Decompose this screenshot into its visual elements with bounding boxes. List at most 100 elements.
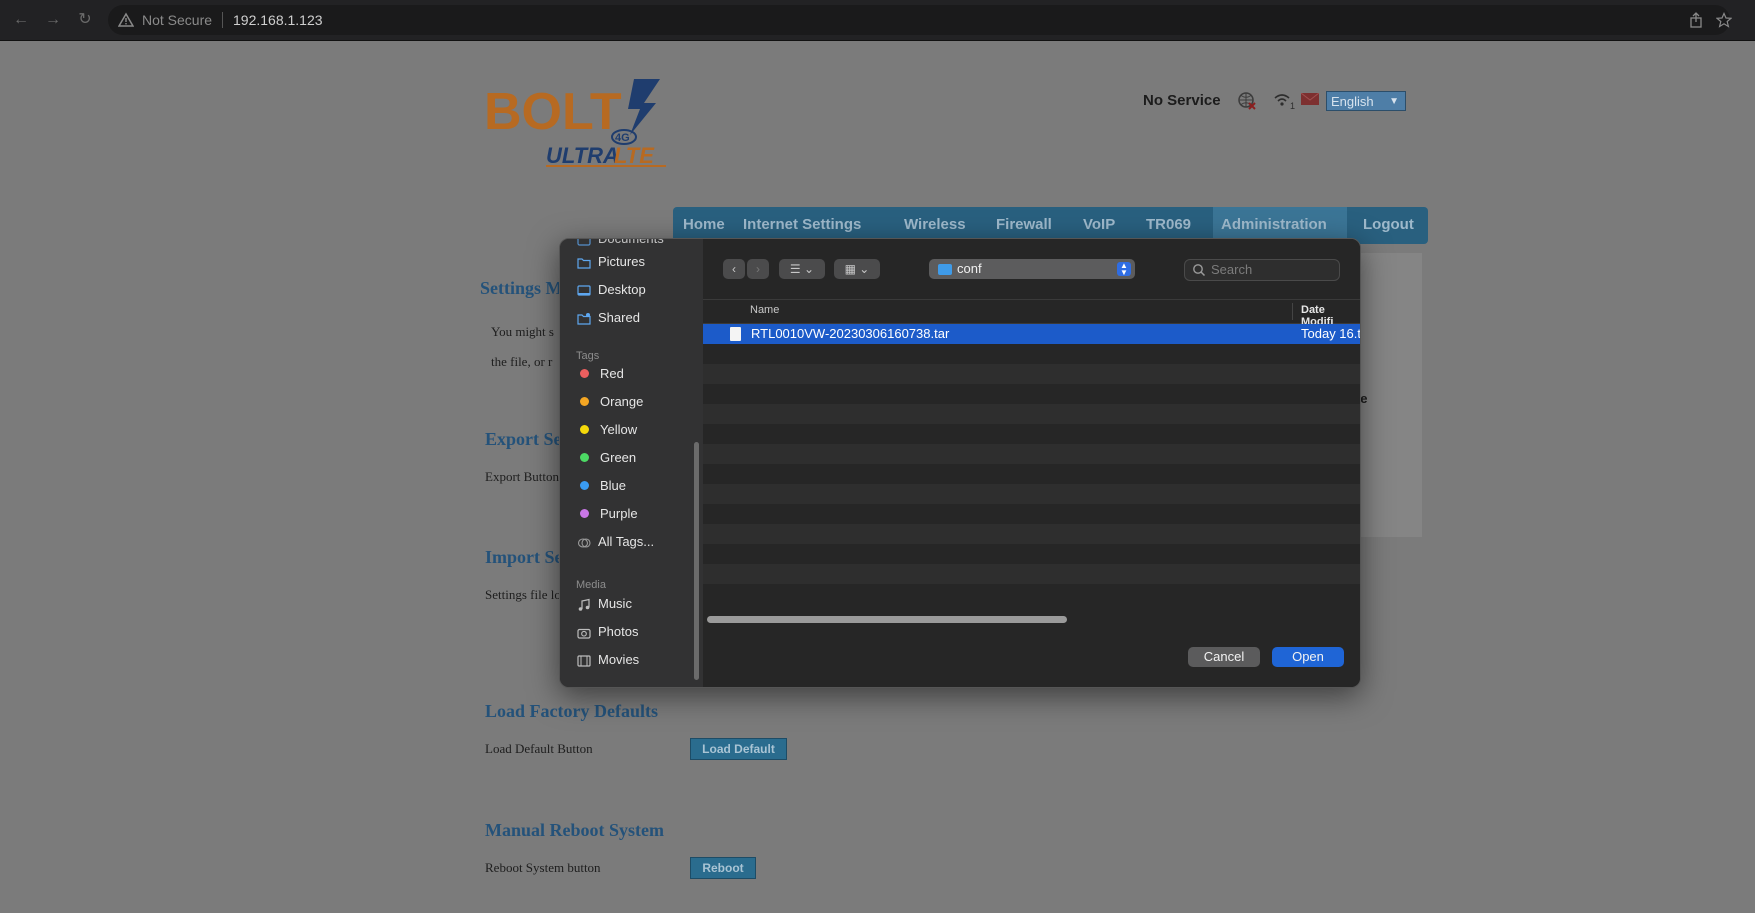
chevron-left-icon: ‹	[732, 262, 736, 276]
sidebar-tag-green[interactable]: Green	[577, 448, 636, 468]
empty-row	[703, 384, 1360, 404]
sidebar-tag-yellow[interactable]: Yellow	[577, 420, 637, 440]
sidebar-item-label: Pictures	[598, 254, 645, 269]
empty-row	[703, 504, 1360, 524]
warning-icon	[118, 12, 134, 27]
open-button[interactable]: Open	[1272, 647, 1344, 667]
back-button[interactable]: ‹	[723, 259, 745, 279]
list-view-button[interactable]: ☰ ⌄	[779, 259, 825, 279]
reboot-system-label: Reboot System button	[485, 860, 601, 875]
empty-row	[703, 464, 1360, 484]
chevron-right-icon: ›	[756, 262, 760, 276]
menu-administration[interactable]: Administration	[1221, 216, 1327, 233]
tag-label: Orange	[600, 394, 644, 409]
no-service-globe-icon	[1238, 92, 1256, 110]
empty-row	[703, 364, 1360, 384]
document-icon	[730, 327, 741, 341]
load-default-button[interactable]: Load Default	[690, 738, 787, 760]
sidebar-tag-red[interactable]: Red	[577, 364, 624, 384]
list-view-icon: ☰ ⌄	[789, 262, 815, 276]
cancel-button[interactable]: Cancel	[1188, 647, 1260, 667]
film-icon	[577, 654, 591, 668]
empty-row	[703, 344, 1360, 364]
menu-internet-settings[interactable]: Internet Settings	[743, 216, 861, 233]
address-divider	[222, 12, 223, 28]
media-heading: Media	[576, 579, 606, 591]
sidebar-tag-blue[interactable]: Blue	[577, 476, 626, 496]
sidebar-item-documents[interactable]: Documents	[577, 238, 664, 249]
menu-firewall[interactable]: Firewall	[996, 216, 1052, 233]
all-tags-icon	[577, 536, 591, 550]
load-default-label: Load Default Button	[485, 741, 593, 756]
folder-icon	[577, 256, 591, 270]
name-column-header[interactable]: Name	[750, 304, 779, 316]
sidebar-item-label: Desktop	[598, 282, 646, 297]
menu-wireless[interactable]: Wireless	[904, 216, 966, 233]
sidebar-item-label: Movies	[598, 652, 640, 667]
reload-icon[interactable]: ↻	[76, 11, 94, 29]
share-icon[interactable]	[1688, 12, 1704, 28]
sidebar-item-label: Shared	[598, 310, 640, 325]
forward-arrow-icon[interactable]: →	[44, 11, 62, 29]
address-bar[interactable]: Not Secure 192.168.1.123	[108, 5, 1732, 35]
empty-row	[703, 524, 1360, 544]
horizontal-scrollbar[interactable]	[707, 616, 1067, 623]
language-value: English	[1331, 94, 1374, 109]
search-field[interactable]: Search	[1184, 259, 1340, 281]
svg-text:LTE: LTE	[614, 143, 655, 168]
file-date: Today 16.t	[1301, 326, 1361, 341]
tag-label: Purple	[600, 506, 638, 521]
forward-button[interactable]: ›	[747, 259, 769, 279]
folder-path-popup[interactable]: conf ▲ ▼	[929, 259, 1135, 279]
url-text[interactable]: 192.168.1.123	[233, 12, 323, 28]
menu-home[interactable]: Home	[683, 216, 725, 233]
column-divider[interactable]	[1292, 303, 1293, 320]
sidebar-item-desktop[interactable]: Desktop	[577, 280, 646, 300]
blue-tag-dot-icon	[580, 481, 589, 491]
tag-label: Green	[600, 450, 637, 465]
current-folder-name: conf	[957, 261, 982, 276]
shared-folder-icon	[577, 312, 591, 326]
sidebar-item-label: Documents	[598, 238, 664, 246]
bookmark-star-icon[interactable]	[1716, 12, 1732, 28]
sidebar-item-music[interactable]: Music	[577, 594, 632, 614]
file-row[interactable]: RTL0010VW-20230306160738.tar Today 16.t	[703, 324, 1360, 344]
menu-tr069[interactable]: TR069	[1146, 216, 1191, 233]
sidebar-scrollbar[interactable]	[694, 442, 699, 680]
security-label: Not Secure	[142, 12, 213, 28]
sidebar-item-label: Music	[598, 596, 632, 611]
red-tag-dot-icon	[580, 369, 589, 379]
reboot-button[interactable]: Reboot	[690, 857, 756, 879]
sidebar-tag-purple[interactable]: Purple	[577, 504, 638, 524]
language-select[interactable]: English ▼	[1326, 91, 1406, 111]
grid-view-icon: ▦ ⌄	[844, 262, 870, 276]
menu-logout[interactable]: Logout	[1363, 216, 1414, 233]
sidebar-all-tags[interactable]: All Tags...	[577, 532, 654, 552]
file-open-dialog: Documents Pictures Desktop Shared Tags R…	[559, 238, 1361, 688]
admin-submenu-panel: t are n	[1348, 253, 1422, 537]
yellow-tag-dot-icon	[580, 425, 589, 435]
empty-row	[703, 544, 1360, 564]
menu-voip[interactable]: VoIP	[1083, 216, 1115, 233]
sidebar-item-photos[interactable]: Photos	[577, 622, 638, 642]
up-down-chevron-icon: ▲ ▼	[1117, 262, 1131, 277]
sidebar-item-shared[interactable]: Shared	[577, 308, 640, 328]
camera-icon	[577, 626, 591, 640]
sidebar-item-pictures[interactable]: Pictures	[577, 252, 645, 272]
tag-label: All Tags...	[598, 534, 655, 549]
svg-text:ULTRA: ULTRA	[546, 143, 619, 168]
import-settings-title: Import Se	[485, 547, 563, 567]
sidebar-tag-orange[interactable]: Orange	[577, 392, 643, 412]
sidebar-item-movies[interactable]: Movies	[577, 650, 639, 670]
browser-toolbar: ← → ↻ Not Secure 192.168.1.123	[0, 0, 1755, 41]
empty-row	[703, 424, 1360, 444]
grid-view-button[interactable]: ▦ ⌄	[834, 259, 880, 279]
bolt-4g-ultralte-logo: BOLT 4G ULTRA LTE	[484, 79, 666, 168]
settings-file-label: Settings file lo	[485, 587, 561, 602]
svg-text:BOLT: BOLT	[484, 83, 622, 141]
back-arrow-icon[interactable]: ←	[12, 11, 30, 29]
desktop-icon	[577, 284, 591, 298]
dialog-sidebar: Documents Pictures Desktop Shared Tags R…	[560, 239, 703, 687]
connection-status: No Service	[1143, 92, 1221, 109]
sms-envelope-icon	[1301, 93, 1319, 105]
